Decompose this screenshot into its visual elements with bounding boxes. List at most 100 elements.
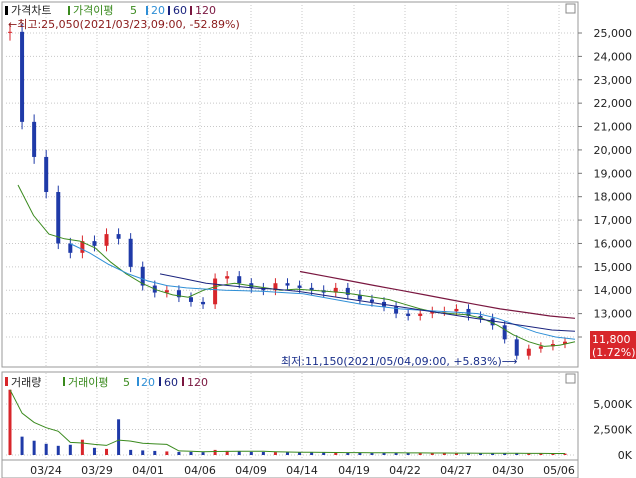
candle-body (406, 313, 411, 316)
candle-body (225, 276, 230, 279)
legend-ma5: 5 (130, 4, 137, 17)
volume-bar (273, 452, 277, 455)
volume-bar (237, 451, 241, 455)
volume-y-tick-label: 0K (618, 449, 633, 462)
candle-body (394, 306, 399, 314)
candle-body (32, 121, 37, 157)
volume-y-tick-label: 2,500K (593, 424, 632, 437)
price-y-tick-label: 25,000 (594, 27, 633, 40)
price-y-tick-label: 16,000 (594, 237, 633, 250)
price-y-tick-label: 14,000 (594, 284, 633, 297)
volume-bar (129, 449, 133, 455)
candle-body (490, 318, 495, 326)
legend-marker-icon (146, 6, 148, 15)
volume-bar (153, 450, 157, 455)
candle-body (56, 192, 61, 244)
price-y-tick-label: 15,000 (594, 261, 633, 274)
x-tick-label: 04/09 (235, 464, 267, 477)
volume-legend-main-label: 거래량 (11, 376, 41, 389)
current-price: 11,800 (592, 333, 631, 346)
candle-body (502, 325, 507, 340)
legend-marker-icon (68, 6, 70, 15)
x-tick-label: 04/19 (338, 464, 370, 477)
volume-bar (322, 452, 326, 455)
volume-bar (298, 452, 302, 455)
candle-body (213, 278, 218, 305)
candle-body (188, 297, 193, 302)
volume-legend-ma20: 20 (141, 376, 155, 389)
price-y-tick-label: 23,000 (594, 74, 633, 87)
legend-marker-icon (190, 6, 192, 15)
x-tick-label: 04/30 (492, 464, 524, 477)
volume-bar (117, 419, 121, 455)
candle-body (8, 31, 12, 33)
legend-marker-icon (5, 6, 8, 15)
legend-ma120: 120 (195, 4, 216, 17)
candle-body (20, 31, 25, 122)
candle-body (104, 234, 109, 246)
price-y-tick-label: 20,000 (594, 144, 633, 157)
x-tick-label: 04/06 (184, 464, 216, 477)
current-change: (1.72%) (592, 346, 636, 359)
volume-bar (68, 444, 72, 455)
candle-body (526, 348, 531, 356)
price-y-tick-label: 19,000 (594, 167, 633, 180)
stock-chart: 25,000 24,000 23,000 22,000 21,000 20,000 19,0… (0, 0, 636, 478)
candle-body (297, 285, 302, 288)
legend-marker-icon (137, 377, 139, 386)
price-y-tick-label: 22,000 (594, 97, 633, 110)
volume-bar (249, 451, 253, 455)
low-price-annotation: 최저:11,150(2021/05/04,09:00, +5.83%)⟶ (281, 355, 518, 368)
x-axis: 03/24 03/29 04/01 04/06 04/09 04/14 04/19 04/22… (30, 464, 575, 477)
legend-ma-label: 가격이평 (73, 4, 113, 17)
candle-body (237, 276, 242, 284)
x-tick-label: 04/01 (132, 464, 164, 477)
legend-ma20: 20 (151, 4, 165, 17)
high-price-annotation: ←최고:25,050(2021/03/23,09:00, -52.89%) (8, 18, 240, 31)
volume-bar (165, 451, 169, 455)
price-y-tick-label: 17,000 (594, 214, 633, 227)
x-tick-label: 05/06 (543, 464, 575, 477)
volume-bar (105, 448, 109, 455)
price-y-tick-label: 13,000 (594, 308, 633, 321)
x-tick-label: 04/27 (440, 464, 472, 477)
x-tick-label: 04/14 (286, 464, 318, 477)
legend-marker-icon (182, 377, 184, 386)
volume-legend-ma60: 60 (164, 376, 178, 389)
volume-bar (56, 445, 60, 455)
volume-bar (32, 440, 36, 455)
price-legend: 가격차트 가격이평 5 20 60 120 (5, 4, 216, 17)
volume-bar (261, 451, 265, 455)
x-tick-label: 03/29 (81, 464, 113, 477)
volume-bar (44, 443, 48, 455)
legend-marker-icon (5, 377, 8, 386)
candle-body (201, 301, 206, 305)
legend-main-label: 가격차트 (11, 4, 51, 17)
volume-legend-ma120: 120 (187, 376, 208, 389)
x-tick-label: 04/22 (389, 464, 421, 477)
volume-legend-ma-label: 거래이평 (68, 376, 108, 389)
legend-marker-icon (159, 377, 161, 386)
volume-bar (213, 449, 217, 455)
volume-bar (201, 452, 205, 455)
current-price-badge: 11,800 (1.72%) (590, 331, 636, 359)
volume-legend-ma5: 5 (123, 376, 130, 389)
volume-bar (310, 452, 314, 455)
volume-legend: 거래량 거래이평 5 20 60 120 (5, 376, 208, 389)
chart-background (0, 0, 636, 478)
price-y-tick-label: 18,000 (594, 191, 633, 204)
legend-marker-icon (63, 377, 65, 386)
candle-body (514, 339, 519, 356)
candle-body (92, 241, 97, 246)
price-y-tick-label: 21,000 (594, 121, 633, 134)
candle-body (454, 308, 459, 312)
volume-y-tick-label: 5,000K (593, 398, 632, 411)
candle-body (418, 313, 423, 316)
volume-bar (80, 439, 84, 455)
volume-bar (8, 389, 12, 455)
volume-bar (20, 436, 24, 455)
legend-marker-icon (168, 6, 170, 15)
volume-bar (286, 452, 289, 455)
volume-bar (92, 447, 96, 455)
volume-bar (189, 451, 193, 455)
